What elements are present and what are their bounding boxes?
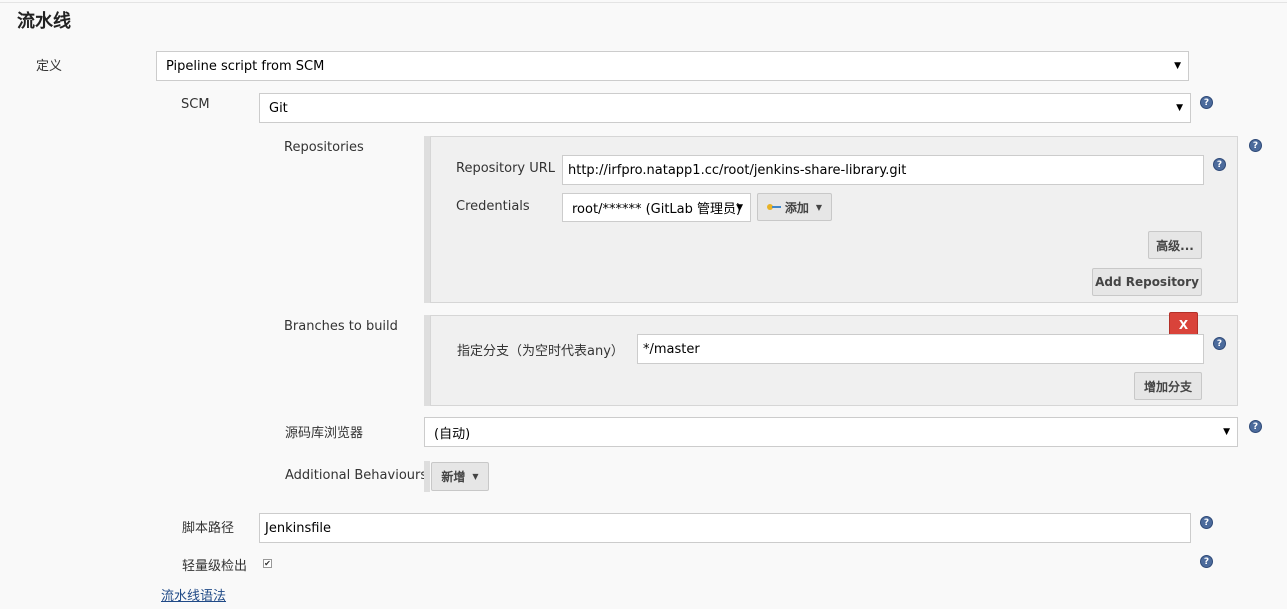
help-icon[interactable]: ? bbox=[1200, 555, 1213, 568]
help-icon[interactable]: ? bbox=[1249, 420, 1262, 433]
help-icon[interactable]: ? bbox=[1213, 337, 1226, 350]
repository-url-label: Repository URL bbox=[456, 161, 556, 176]
help-icon[interactable]: ? bbox=[1213, 158, 1226, 171]
credentials-select[interactable]: root/****** (GitLab 管理员) ▼ bbox=[562, 193, 751, 222]
additional-behaviours-edge bbox=[424, 461, 430, 492]
credentials-label: Credentials bbox=[456, 199, 530, 214]
repo-browser-label: 源码库浏览器 bbox=[285, 426, 364, 441]
scm-select[interactable]: Git ▼ bbox=[259, 93, 1191, 123]
top-divider bbox=[0, 2, 1287, 3]
key-icon bbox=[766, 204, 781, 210]
scm-select-value: Git bbox=[269, 100, 288, 116]
add-credentials-label: 添加 bbox=[784, 200, 809, 215]
caret-down-icon: ▼ bbox=[736, 202, 743, 213]
caret-down-icon: ▼ bbox=[472, 472, 479, 481]
additional-behaviours-label: Additional Behaviours bbox=[285, 468, 428, 483]
repository-url-input[interactable]: http://irfpro.natapp1.cc/root/jenkins-sh… bbox=[562, 155, 1204, 185]
add-credentials-button[interactable]: 添加 ▼ bbox=[757, 193, 832, 221]
add-branch-button[interactable]: 增加分支 bbox=[1134, 372, 1202, 400]
caret-down-icon: ▼ bbox=[1176, 103, 1183, 113]
repository-url-value: http://irfpro.natapp1.cc/root/jenkins-sh… bbox=[568, 162, 907, 178]
help-icon[interactable]: ? bbox=[1249, 139, 1262, 152]
section-title: 流水线 bbox=[17, 11, 71, 32]
advanced-button[interactable]: 高级... bbox=[1148, 231, 1202, 259]
caret-down-icon: ▼ bbox=[1174, 61, 1181, 71]
repo-browser-select[interactable]: (自动) ▼ bbox=[424, 417, 1238, 447]
lightweight-checkout-checkbox[interactable]: ✔ bbox=[263, 559, 272, 568]
lightweight-checkout-label: 轻量级检出 bbox=[182, 559, 248, 574]
branches-label: Branches to build bbox=[284, 319, 398, 334]
add-behaviour-label: 新增 bbox=[441, 470, 466, 484]
definition-select-value: Pipeline script from SCM bbox=[166, 58, 325, 74]
pipeline-syntax-link[interactable]: 流水线语法 bbox=[161, 585, 226, 604]
branch-specifier-value: */master bbox=[643, 341, 700, 357]
repo-browser-select-value: (自动) bbox=[434, 426, 471, 442]
caret-down-icon: ▼ bbox=[815, 202, 823, 212]
branch-specifier-input[interactable]: */master bbox=[637, 334, 1204, 364]
definition-label: 定义 bbox=[36, 59, 63, 74]
add-behaviour-button[interactable]: 新增 ▼ bbox=[431, 462, 489, 491]
help-icon[interactable]: ? bbox=[1200, 516, 1213, 529]
definition-select[interactable]: Pipeline script from SCM ▼ bbox=[156, 51, 1189, 81]
help-icon[interactable]: ? bbox=[1200, 96, 1213, 109]
scm-label: SCM bbox=[181, 97, 210, 112]
script-path-value: Jenkinsfile bbox=[265, 520, 332, 536]
repositories-label: Repositories bbox=[284, 140, 364, 155]
script-path-input[interactable]: Jenkinsfile bbox=[259, 513, 1191, 543]
add-repository-button[interactable]: Add Repository bbox=[1092, 268, 1202, 296]
credentials-select-value: root/****** (GitLab 管理员) bbox=[572, 202, 742, 217]
script-path-label: 脚本路径 bbox=[182, 521, 235, 536]
branch-specifier-label: 指定分支（为空时代表any） bbox=[457, 344, 624, 359]
caret-down-icon: ▼ bbox=[1223, 427, 1230, 437]
